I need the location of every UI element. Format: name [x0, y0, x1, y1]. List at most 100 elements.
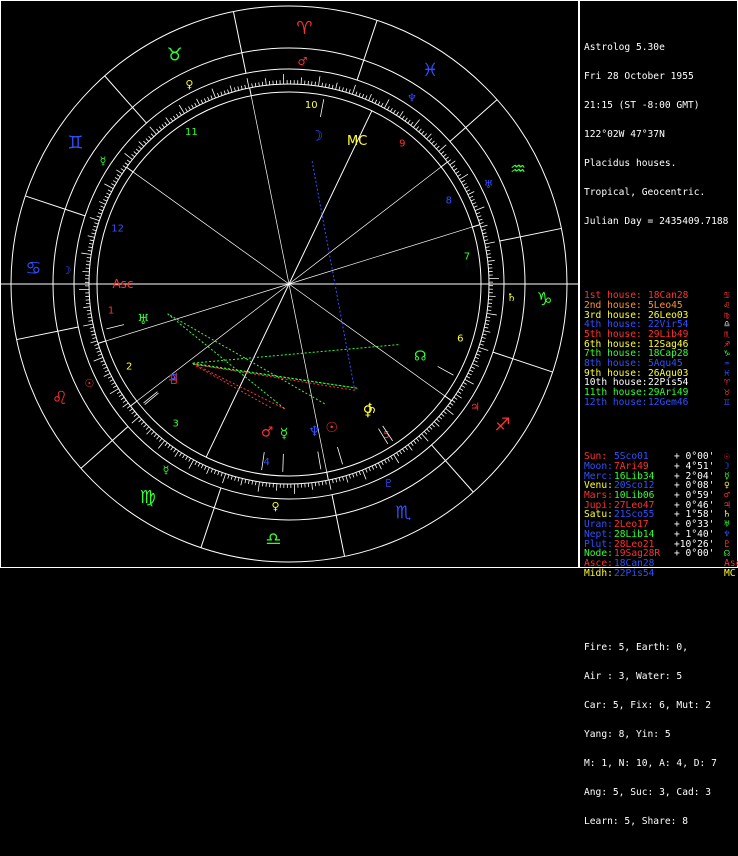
planet-glyph-icon: ♇	[168, 372, 181, 388]
degree-tick	[463, 382, 466, 384]
sign-boundary	[357, 20, 377, 80]
degree-tick	[211, 469, 213, 473]
aspect-line	[312, 161, 355, 390]
planet-glyph-icon: ☽	[310, 129, 323, 145]
degree-tick	[103, 367, 107, 369]
sign-glyph-icon: ♓	[422, 60, 438, 81]
degree-tick	[439, 416, 442, 419]
degree-tick	[356, 472, 357, 476]
degree-tick	[466, 376, 470, 378]
stats-line: Air : 3, Water: 5	[584, 672, 736, 682]
ruler-glyph-icon: ♇	[384, 477, 394, 490]
house-row: 12th house:12Gem46♊	[584, 398, 736, 408]
degree-tick	[123, 403, 129, 407]
planet-glyph-icon: ♆	[308, 424, 321, 440]
chart-location: 122°02W 47°37N	[584, 130, 736, 140]
midheaven-label: MC	[347, 134, 367, 149]
degree-tick	[94, 357, 103, 361]
degree-tick	[481, 225, 488, 227]
degree-tick	[265, 78, 266, 85]
house-cusp-line	[289, 227, 472, 284]
degree-tick	[258, 482, 259, 492]
degree-tick	[121, 397, 124, 399]
planet-name: Midh:	[584, 569, 613, 579]
degree-tick	[146, 139, 149, 142]
degree-tick	[463, 183, 466, 185]
degree-tick	[87, 310, 91, 311]
degree-tick	[245, 85, 246, 89]
planet-glyph-icon: ♂	[261, 424, 274, 440]
degree-tick	[121, 169, 124, 171]
degree-tick	[83, 307, 90, 308]
degree-tick	[470, 370, 474, 372]
degree-tick	[151, 134, 154, 137]
sign-glyph-icon: ♐	[494, 415, 510, 436]
sign-glyph-icon: ♈	[296, 18, 312, 39]
degree-tick	[168, 445, 170, 448]
planet-glyph-icon: ♄	[365, 401, 378, 417]
planet-row: Midh:22Pis54MC	[584, 569, 736, 579]
degree-tick	[487, 257, 491, 258]
house-cusp-line	[289, 284, 445, 396]
degree-tick	[87, 314, 91, 315]
ruler-glyph-icon: ♆	[407, 91, 417, 104]
degree-tick	[103, 199, 107, 201]
planet-glyph-icon: ☿	[280, 426, 289, 442]
degree-tick	[204, 98, 206, 102]
degree-tick	[100, 206, 104, 208]
sign-boundary	[493, 352, 553, 372]
degree-tick	[132, 417, 139, 424]
degree-tick	[195, 461, 197, 465]
degree-tick	[238, 478, 239, 482]
planet-pointer	[438, 366, 454, 375]
degree-tick	[198, 463, 200, 467]
degree-tick	[408, 120, 410, 123]
planet-pointer	[283, 454, 284, 472]
house-cusp-line	[106, 284, 289, 341]
degree-tick	[147, 429, 152, 434]
degree-tick	[183, 455, 185, 458]
degree-tick	[448, 160, 451, 162]
degree-tick	[439, 145, 446, 152]
zodiac-type: Tropical, Geocentric.	[584, 188, 736, 198]
sign-glyph-icon: ♋	[25, 258, 41, 279]
degree-tick	[207, 467, 210, 473]
ruler-glyph-icon: ☉	[85, 377, 95, 390]
degree-tick	[99, 202, 105, 205]
degree-tick	[429, 427, 432, 430]
degree-tick	[413, 120, 419, 128]
degree-tick	[92, 338, 96, 339]
degree-tick	[214, 470, 215, 474]
degree-tick	[369, 467, 371, 471]
degree-tick	[399, 451, 401, 454]
degree-tick	[189, 458, 191, 461]
degree-tick	[424, 431, 427, 434]
house-cusp-line	[98, 341, 106, 343]
degree-tick	[397, 453, 399, 456]
degree-tick	[469, 196, 473, 198]
degree-tick	[369, 94, 372, 100]
degree-tick	[461, 385, 464, 387]
aspect-line	[168, 314, 285, 409]
chart-wheel: ♈♂♉♀♊☿♋☽♌☉♍☿♎♀♏♇♐♃♑♄♒♅♓♆123456789101112A…	[0, 0, 580, 568]
degree-tick	[96, 348, 100, 349]
degree-tick	[381, 461, 383, 465]
degree-tick	[474, 360, 478, 362]
degree-tick	[235, 477, 236, 481]
degree-tick	[332, 479, 333, 483]
degree-tick	[104, 373, 110, 376]
degree-tick	[175, 451, 179, 457]
degree-tick	[466, 190, 470, 192]
sign-boundary	[81, 427, 128, 469]
degree-tick	[399, 111, 403, 117]
degree-tick	[472, 364, 478, 367]
degree-tick	[411, 122, 413, 125]
house-system: Placidus houses.	[584, 159, 736, 169]
degree-tick	[228, 89, 229, 93]
degree-tick	[166, 118, 170, 124]
chart-header: Astrolog 5.30e Fri 28 October 1955 21:15…	[584, 23, 736, 246]
degree-tick	[195, 103, 197, 107]
degree-tick	[174, 449, 176, 452]
degree-tick	[127, 406, 130, 408]
degree-tick	[465, 379, 474, 384]
